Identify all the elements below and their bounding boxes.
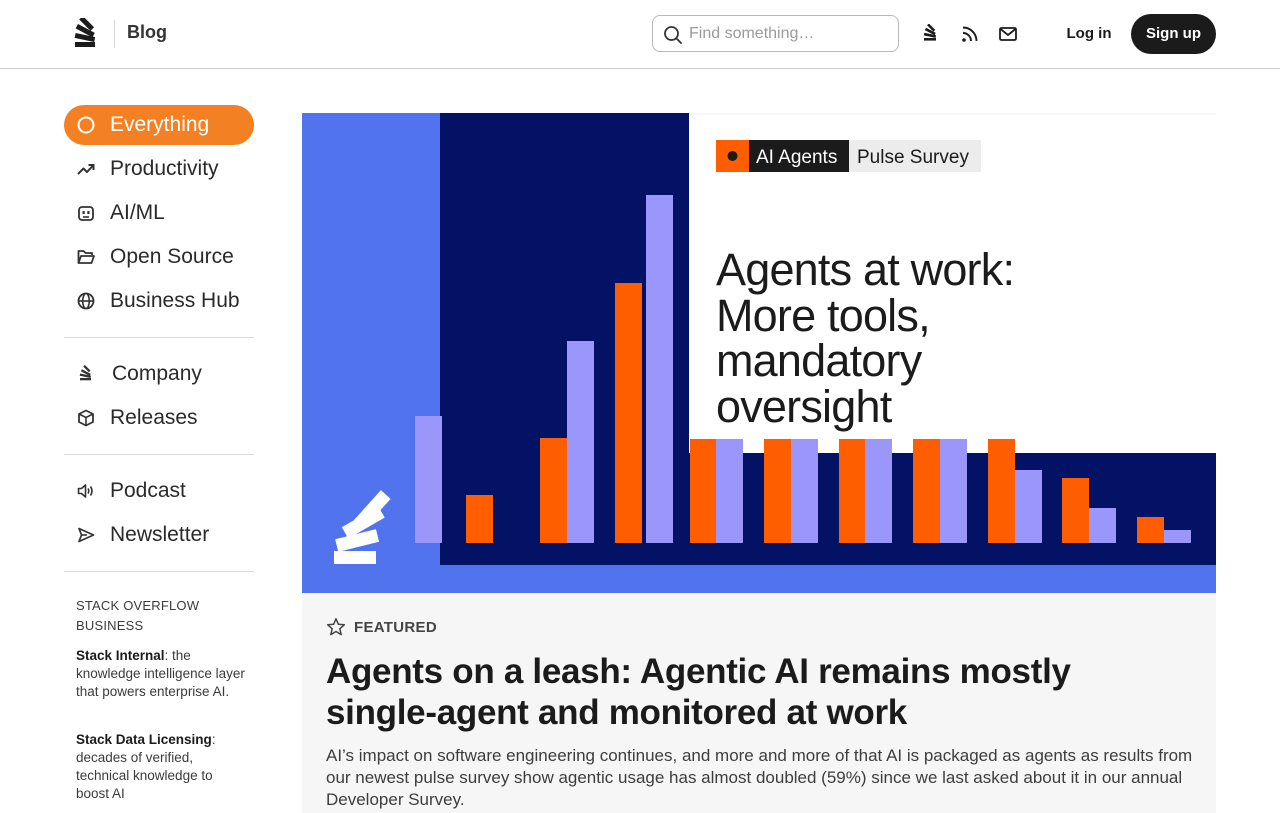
sidebar-item-label: Podcast: [110, 479, 186, 502]
hero-bar-orange-2: [540, 438, 567, 543]
hero-bar-lavender-7: [940, 439, 967, 543]
cube-icon: [78, 409, 94, 427]
sidebar-item-releases[interactable]: Releases: [64, 398, 254, 438]
business-item-stack-data-licensing[interactable]: Stack Data Licensing: decades of verifie…: [76, 731, 246, 803]
sidebar-item-newsletter[interactable]: Newsletter: [64, 515, 254, 555]
hero-bar-lavender-4: [716, 439, 743, 543]
sidebar-item-label: Company: [112, 362, 202, 385]
trending-up-icon: [77, 164, 95, 175]
site-header: Blog Log in Sign up: [0, 0, 1280, 69]
sidebar-item-productivity[interactable]: Productivity: [64, 149, 254, 189]
hero-bar-orange-10: [1137, 517, 1164, 543]
sidebar-item-open-source[interactable]: Open Source: [64, 237, 254, 277]
stackoverflow-logo-icon[interactable]: [72, 18, 98, 50]
featured-label-text: FEATURED: [354, 619, 437, 636]
sidebar-item-label: Newsletter: [110, 523, 210, 546]
featured-post-image[interactable]: AI Agents Pulse Survey Agents at work: M…: [302, 113, 1216, 593]
signup-button[interactable]: Sign up: [1131, 14, 1216, 54]
sidebar-item-company[interactable]: Company: [64, 354, 254, 394]
hero-headline-line-2: More tools,: [716, 290, 930, 341]
business-item-stack-internal[interactable]: Stack Internal: the knowledge intelligen…: [76, 647, 246, 701]
mail-icon[interactable]: [998, 24, 1018, 44]
robot-icon: [78, 206, 94, 221]
hero-bar-orange-7: [913, 439, 940, 543]
logo-divider: [114, 20, 115, 48]
hero-bar-orange-9: [1062, 478, 1089, 543]
sidebar-item-label: Business Hub: [110, 289, 240, 312]
sidebar-item-label: Open Source: [110, 245, 234, 268]
hero-bar-orange-4: [690, 439, 717, 543]
business-item-name[interactable]: Stack Internal: [76, 648, 165, 663]
hero-bar-orange-1: [466, 495, 493, 543]
hero-bar-lavender-1: [415, 416, 442, 543]
sidebar-item-label: Releases: [110, 406, 198, 429]
speaker-icon: [77, 484, 93, 498]
sidebar-item-podcast[interactable]: Podcast: [64, 471, 254, 511]
globe-icon: [77, 292, 95, 310]
star-icon: [326, 618, 346, 636]
stackoverflow-icon: [79, 365, 91, 381]
hero-bar-orange-6: [839, 439, 866, 543]
post-title[interactable]: Agents on a leash: Agentic AI remains mo…: [326, 651, 1186, 733]
sidebar-item-label: AI/ML: [110, 201, 165, 224]
search-input[interactable]: [689, 23, 889, 45]
hero-bar-orange-3: [615, 283, 642, 543]
hero-bar-orange-8: [988, 439, 1015, 543]
tag-ai-agents-label: AI Agents: [756, 147, 837, 168]
hero-illustration: AI Agents Pulse Survey Agents at work: M…: [302, 113, 1216, 593]
sidebar-item-everything[interactable]: Everything: [64, 105, 254, 145]
hero-bar-lavender-3: [646, 195, 673, 543]
search-icon: [664, 26, 682, 44]
hero-headline-line-4: oversight: [716, 381, 893, 432]
folder-open-icon: [77, 250, 95, 264]
sidebar-divider: [64, 337, 254, 338]
hero-bar-orange-5: [764, 439, 791, 543]
sidebar-divider: [64, 454, 254, 455]
send-icon: [78, 527, 95, 543]
business-heading: STACK OVERFLOW BUSINESS: [76, 598, 200, 633]
blog-title[interactable]: Blog: [127, 22, 167, 43]
sidebar-item-ai-ml[interactable]: AI/ML: [64, 193, 254, 233]
hero-bar-lavender-8: [1015, 470, 1042, 543]
hero-bar-lavender-10: [1164, 530, 1191, 543]
hero-headline-line-1: Agents at work:: [716, 244, 1014, 295]
sidebar-item-label: Everything: [110, 113, 210, 136]
post-excerpt: AI’s impact on software engineering cont…: [326, 746, 1193, 809]
sidebar-divider: [64, 571, 254, 572]
rss-icon[interactable]: [960, 24, 980, 44]
stackoverflow-icon[interactable]: [921, 24, 941, 44]
featured-post-card[interactable]: FEATURED Agents on a leash: Agentic AI r…: [302, 593, 1216, 813]
hero-bar-lavender-9: [1089, 508, 1116, 543]
search-box[interactable]: [652, 15, 899, 52]
circle-icon: [77, 116, 95, 134]
sidebar-item-business-hub[interactable]: Business Hub: [64, 281, 254, 321]
hero-headline-line-3: mandatory: [716, 335, 923, 386]
business-item-name[interactable]: Stack Data Licensing: [76, 732, 212, 747]
tag-pulse-survey-label: Pulse Survey: [857, 147, 969, 168]
login-button[interactable]: Log in: [1056, 17, 1122, 51]
tag-dot-icon: [727, 151, 738, 161]
sidebar-item-label: Productivity: [110, 157, 219, 180]
hero-bar-lavender-2: [567, 341, 594, 543]
hero-bar-lavender-6: [865, 439, 892, 543]
hero-bar-lavender-5: [791, 439, 818, 543]
